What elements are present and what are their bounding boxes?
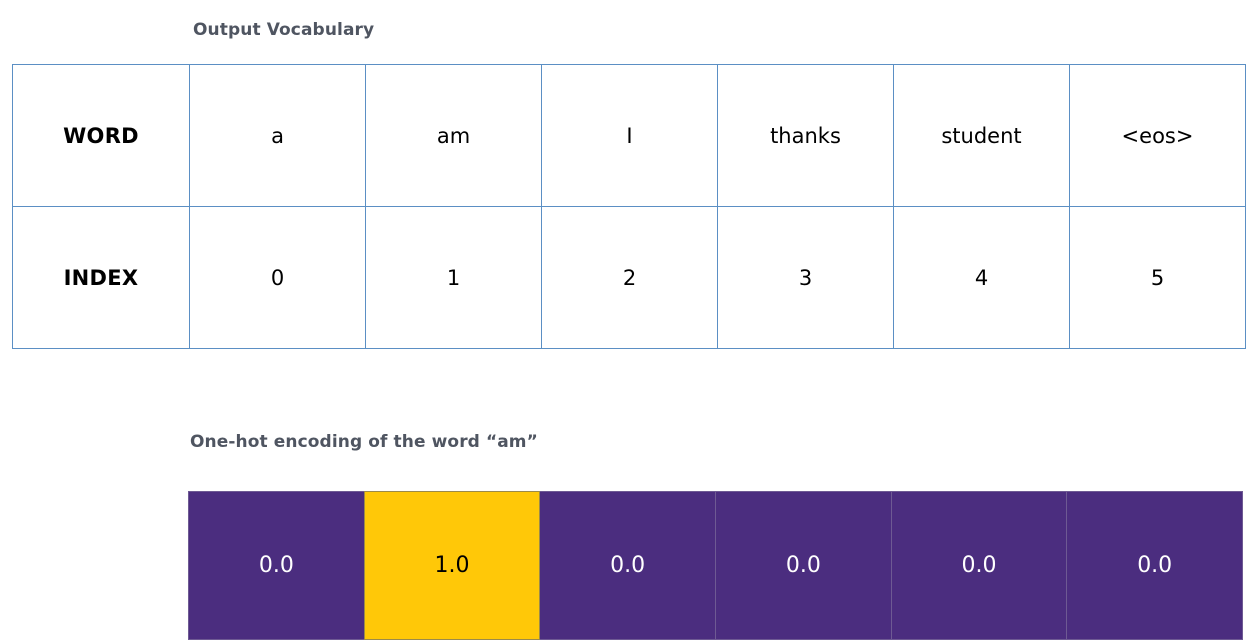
index-cell-0: 0 <box>189 206 366 349</box>
word-cell-4: student <box>893 64 1070 207</box>
one-hot-cell-2: 0.0 <box>539 491 717 640</box>
one-hot-encoding-vector: 0.0 1.0 0.0 0.0 0.0 0.0 <box>188 491 1244 640</box>
index-cell-1: 1 <box>365 206 542 349</box>
word-cell-0: a <box>189 64 366 207</box>
one-hot-encoding-caption: One-hot encoding of the word “am” <box>190 432 538 452</box>
one-hot-cell-1-active: 1.0 <box>363 491 541 640</box>
one-hot-cell-4: 0.0 <box>890 491 1068 640</box>
one-hot-cell-0: 0.0 <box>188 491 365 640</box>
one-hot-cell-3: 0.0 <box>715 491 892 640</box>
index-cell-5: 5 <box>1069 206 1246 349</box>
row-label-word: WORD <box>12 64 190 207</box>
row-label-index: INDEX <box>12 206 190 349</box>
one-hot-cell-5: 0.0 <box>1066 491 1244 640</box>
index-cell-2: 2 <box>541 206 718 349</box>
index-cell-4: 4 <box>893 206 1070 349</box>
table-row-index: INDEX 0 1 2 3 4 5 <box>12 206 1246 349</box>
table-row-word: WORD a am I thanks student <eos> <box>12 64 1246 207</box>
output-vocabulary-caption: Output Vocabulary <box>193 20 375 40</box>
word-cell-5: <eos> <box>1069 64 1246 207</box>
word-cell-2: I <box>541 64 718 207</box>
output-vocabulary-table: WORD a am I thanks student <eos> INDEX 0… <box>12 64 1246 349</box>
word-cell-1: am <box>365 64 542 207</box>
word-cell-3: thanks <box>717 64 894 207</box>
index-cell-3: 3 <box>717 206 894 349</box>
